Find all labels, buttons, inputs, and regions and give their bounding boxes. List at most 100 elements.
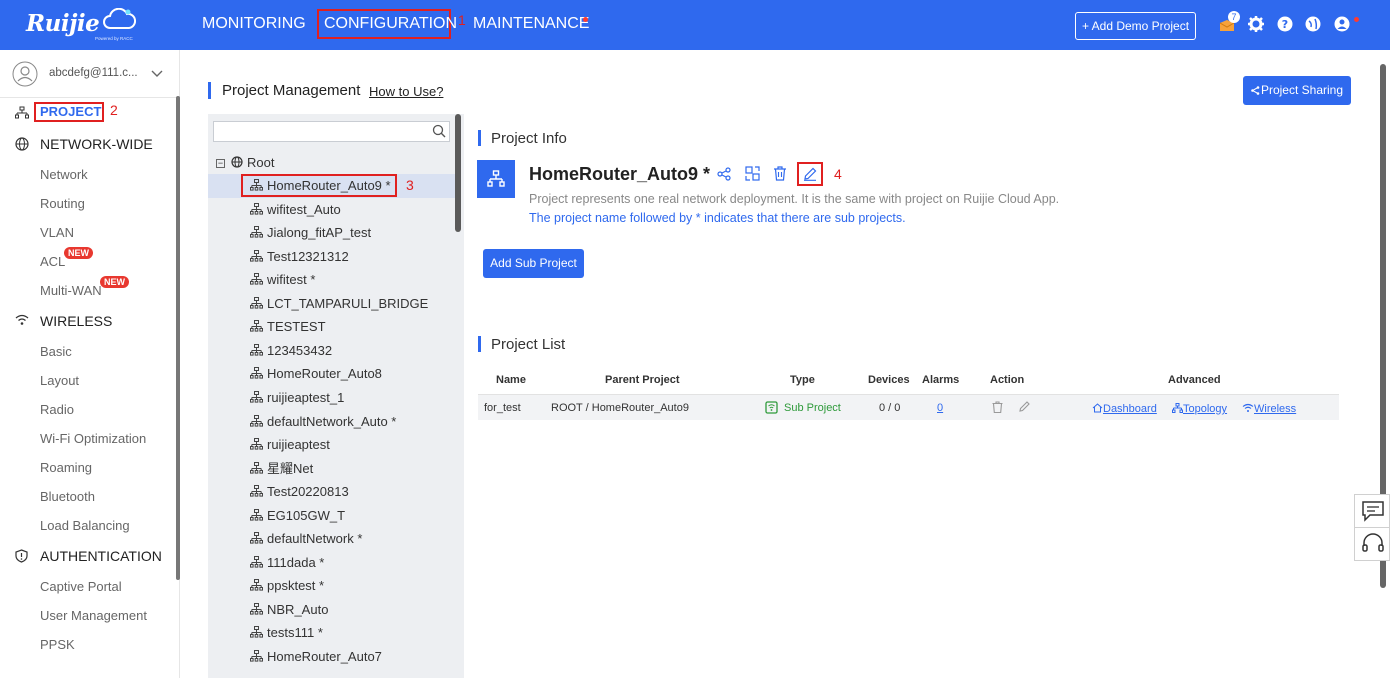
tree-item[interactable]: wifitest * — [250, 268, 315, 291]
nav-maintenance[interactable]: MAINTENANCE — [473, 15, 589, 33]
sidebar-item-vlan[interactable]: VLAN — [40, 225, 74, 240]
sidebar-item-load-balancing[interactable]: Load Balancing — [40, 518, 130, 533]
project-sharing-label: Project Sharing — [1260, 83, 1344, 97]
tree-item[interactable]: defaultNetwork_Auto * — [250, 410, 396, 433]
help-icon[interactable]: ? — [1276, 15, 1294, 33]
feedback-button[interactable] — [1354, 494, 1390, 528]
tree-item[interactable]: 123453432 — [250, 339, 332, 362]
tree-item[interactable]: HomeRouter_Auto8 — [250, 362, 382, 385]
user-selector[interactable]: abcdefg@111.c... — [12, 60, 170, 88]
sub-project-icon — [765, 401, 778, 414]
edit-pencil-icon[interactable] — [803, 167, 817, 181]
share-icon[interactable] — [717, 167, 731, 181]
edit-pencil-icon[interactable] — [1019, 401, 1030, 412]
how-to-use-link[interactable]: How to Use? — [369, 84, 443, 99]
project-tree-icon — [250, 296, 263, 309]
tree-item[interactable]: ruijieaptest — [250, 433, 330, 456]
delete-icon[interactable] — [773, 166, 787, 181]
sidebar-scrollbar[interactable] — [176, 96, 180, 580]
transfer-icon[interactable] — [745, 166, 760, 181]
nav-configuration[interactable]: CONFIGURATION — [324, 15, 457, 33]
sidebar-section-wireless[interactable]: WIRELESS — [40, 313, 112, 329]
tree-item[interactable]: tests111 * — [250, 621, 323, 644]
tree-item[interactable]: defaultNetwork * — [250, 527, 362, 550]
dashboard-link[interactable]: Dashboard — [1092, 403, 1157, 415]
tree-item[interactable]: Jialong_fitAP_test — [250, 221, 371, 244]
tree-item-label: Jialong_fitAP_test — [267, 225, 372, 241]
tree-scrollbar[interactable] — [455, 114, 461, 232]
tree-item[interactable]: Test20220813 — [250, 480, 349, 503]
sidebar-item-roaming[interactable]: Roaming — [40, 460, 92, 475]
collapse-toggle-icon[interactable]: − — [216, 159, 225, 168]
nav-monitoring[interactable]: MONITORING — [202, 15, 306, 33]
sidebar-item-project[interactable]: PROJECT — [40, 104, 101, 119]
wireless-label: Wireless — [1254, 403, 1297, 415]
search-icon[interactable] — [432, 124, 446, 138]
annotation-mark-4: 4 — [834, 166, 842, 182]
notification-count: 7 — [1228, 11, 1240, 23]
language-globe-icon[interactable] — [1304, 15, 1322, 33]
sidebar-item-acl[interactable]: ACL — [40, 254, 65, 269]
sidebar-item-radio[interactable]: Radio — [40, 402, 74, 417]
headset-icon — [1362, 533, 1384, 552]
wireless-link[interactable]: Wireless — [1242, 403, 1296, 415]
project-tree-icon — [250, 226, 263, 238]
sidebar-item-captive-portal[interactable]: Captive Portal — [40, 579, 122, 594]
sub-project-hint: The project name followed by * indicates… — [529, 211, 906, 225]
sidebar-item-ppsk[interactable]: PPSK — [40, 637, 75, 652]
tree-item-label: LCT_TAMPARULI_BRIDGE — [267, 295, 429, 311]
topology-link[interactable]: Topology — [1172, 403, 1227, 415]
tree-item-label: ppsktest * — [267, 578, 325, 594]
page-title: Project Management — [222, 82, 361, 99]
row-alarms-link[interactable]: 0 — [937, 402, 943, 414]
user-avatar-icon — [12, 61, 38, 87]
tree-item[interactable]: NBR_Auto — [250, 598, 328, 621]
sidebar-item-basic[interactable]: Basic — [40, 344, 72, 359]
tree-item[interactable]: 111dada * — [250, 551, 324, 574]
home-icon — [1092, 403, 1103, 413]
sidebar-item-wifi-optimization[interactable]: Wi-Fi Optimization — [40, 431, 146, 446]
annotation-mark-2: 2 — [110, 102, 118, 118]
tree-item-label: 123453432 — [267, 342, 333, 358]
sidebar-item-bluetooth[interactable]: Bluetooth — [40, 489, 95, 504]
tree-search-input[interactable] — [213, 121, 450, 142]
sidebar-item-multi-wan[interactable]: Multi-WAN — [40, 283, 102, 298]
tree-item[interactable]: 星耀Net — [250, 457, 313, 480]
delete-icon[interactable] — [992, 401, 1003, 413]
chevron-down-icon — [151, 70, 163, 77]
tree-item-label: ruijieaptest — [267, 437, 330, 453]
account-dot — [1354, 17, 1359, 22]
add-sub-project-button[interactable]: Add Sub Project — [483, 249, 584, 278]
project-tree-icon — [250, 367, 263, 379]
ruijie-logo[interactable]: Ruijie — [26, 10, 100, 37]
tree-item[interactable]: wifitest_Auto — [250, 198, 341, 221]
maintenance-dot — [583, 17, 588, 22]
sidebar-item-user-management[interactable]: User Management — [40, 608, 147, 623]
tree-item[interactable]: EG105GW_T — [250, 504, 345, 527]
tree-item[interactable]: ppsktest * — [250, 574, 324, 597]
tree-item[interactable]: LCT_TAMPARULI_BRIDGE — [250, 292, 428, 315]
project-tree-icon — [250, 179, 263, 191]
project-sharing-button[interactable]: Project Sharing — [1243, 76, 1351, 105]
sidebar-item-routing[interactable]: Routing — [40, 196, 85, 211]
sidebar-section-authentication[interactable]: AUTHENTICATION — [40, 548, 162, 564]
project-tree-icon — [250, 390, 263, 403]
tree-root[interactable]: − Root — [216, 155, 274, 170]
tree-item[interactable]: HomeRouter_Auto9 * — [250, 174, 391, 197]
tree-item[interactable]: HomeRouter_Auto7 — [250, 645, 382, 668]
sidebar-section-network-wide[interactable]: NETWORK-WIDE — [40, 136, 153, 152]
tree-item-label: 星耀Net — [267, 460, 314, 476]
support-button[interactable] — [1354, 527, 1390, 561]
sidebar-item-network[interactable]: Network — [40, 167, 88, 182]
tree-item[interactable]: ruijieaptest_1 — [250, 386, 344, 409]
sidebar-item-layout[interactable]: Layout — [40, 373, 79, 388]
settings-gear-icon[interactable] — [1247, 15, 1265, 33]
tree-item[interactable]: Test12321312 — [250, 245, 349, 268]
tree-item[interactable]: TESTEST — [250, 315, 326, 338]
add-demo-project-button[interactable]: + Add Demo Project — [1075, 12, 1196, 40]
tree-item-label: ruijieaptest_1 — [267, 389, 345, 405]
user-account-icon[interactable] — [1333, 15, 1351, 33]
project-tree-icon — [250, 650, 263, 662]
tree-item-label: tests111 * — [267, 625, 323, 641]
tree-item-label: Test20220813 — [267, 484, 349, 500]
